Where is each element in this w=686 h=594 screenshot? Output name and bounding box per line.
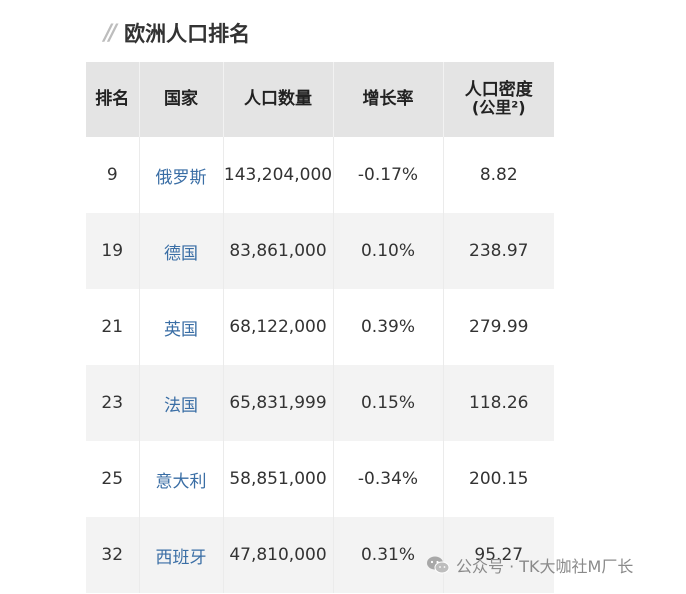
population-table: 排名 国家 人口数量 增长率 人口密度 (公里²) 9 俄罗斯 143,204,… bbox=[86, 62, 554, 593]
growth-cell: -0.17% bbox=[333, 137, 444, 213]
density-cell: 118.26 bbox=[443, 365, 554, 441]
table-header-row: 排名 国家 人口数量 增长率 人口密度 (公里²) bbox=[86, 62, 554, 137]
column-header-country: 国家 bbox=[139, 62, 224, 137]
table-body: 9 俄罗斯 143,204,000 -0.17% 8.82 19 德国 83,8… bbox=[86, 137, 554, 593]
page-title: 欧洲人口排名 bbox=[124, 22, 251, 46]
table-row: 19 德国 83,861,000 0.10% 238.97 bbox=[86, 213, 554, 289]
density-cell: 8.82 bbox=[443, 137, 554, 213]
growth-cell: -0.34% bbox=[333, 441, 444, 517]
column-header-population: 人口数量 bbox=[223, 62, 334, 137]
column-header-density: 人口密度 (公里²) bbox=[443, 62, 554, 137]
rank-cell: 23 bbox=[86, 365, 140, 441]
density-cell: 238.97 bbox=[443, 213, 554, 289]
population-cell: 143,204,000 bbox=[223, 137, 334, 213]
watermark: 公众号 · TK大咖社M厂长 bbox=[426, 553, 633, 577]
country-link[interactable]: 意大利 bbox=[139, 441, 224, 517]
page: // 欧洲人口排名 排名 国家 人口数量 增长率 人口密度 (公里²) 9 俄罗… bbox=[0, 0, 686, 594]
population-cell: 58,851,000 bbox=[223, 441, 334, 517]
population-cell: 68,122,000 bbox=[223, 289, 334, 365]
table-row: 25 意大利 58,851,000 -0.34% 200.15 bbox=[86, 441, 554, 517]
population-cell: 47,810,000 bbox=[223, 517, 334, 593]
density-header-line2: (公里²) bbox=[471, 98, 526, 118]
country-link[interactable]: 俄罗斯 bbox=[139, 137, 224, 213]
density-cell: 279.99 bbox=[443, 289, 554, 365]
rank-cell: 32 bbox=[86, 517, 140, 593]
rank-cell: 21 bbox=[86, 289, 140, 365]
population-cell: 65,831,999 bbox=[223, 365, 334, 441]
table-row: 21 英国 68,122,000 0.39% 279.99 bbox=[86, 289, 554, 365]
watermark-text: 公众号 · TK大咖社M厂长 bbox=[456, 557, 634, 576]
rank-cell: 25 bbox=[86, 441, 140, 517]
table-row: 23 法国 65,831,999 0.15% 118.26 bbox=[86, 365, 554, 441]
table-row: 9 俄罗斯 143,204,000 -0.17% 8.82 bbox=[86, 137, 554, 213]
density-cell: 200.15 bbox=[443, 441, 554, 517]
section-heading: // 欧洲人口排名 bbox=[104, 16, 250, 50]
wechat-icon bbox=[427, 556, 450, 574]
country-link[interactable]: 英国 bbox=[139, 289, 224, 365]
column-header-rank: 排名 bbox=[86, 62, 140, 137]
heading-slashes: // bbox=[104, 20, 117, 46]
column-header-growth: 增长率 bbox=[333, 62, 444, 137]
population-cell: 83,861,000 bbox=[223, 213, 334, 289]
growth-cell: 0.10% bbox=[333, 213, 444, 289]
rank-cell: 19 bbox=[86, 213, 140, 289]
country-link[interactable]: 德国 bbox=[139, 213, 224, 289]
country-link[interactable]: 法国 bbox=[139, 365, 224, 441]
country-link[interactable]: 西班牙 bbox=[139, 517, 224, 593]
rank-cell: 9 bbox=[86, 137, 140, 213]
growth-cell: 0.39% bbox=[333, 289, 444, 365]
growth-cell: 0.15% bbox=[333, 365, 444, 441]
